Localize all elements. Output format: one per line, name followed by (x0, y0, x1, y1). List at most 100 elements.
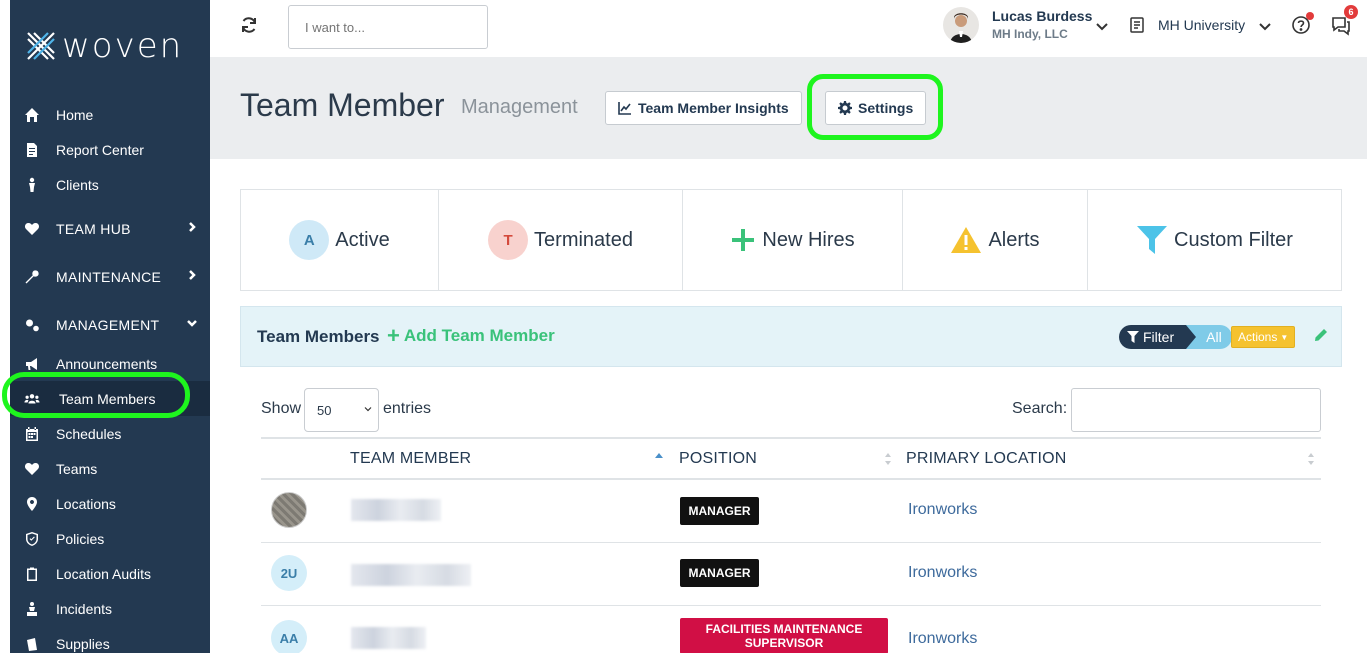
clipboard-icon (23, 565, 41, 583)
sidebar-item-teams[interactable]: Teams (10, 451, 210, 486)
add-label: Add Team Member (403, 326, 555, 345)
sidebar-item-home[interactable]: Home (10, 97, 210, 132)
column-header-primary-location[interactable]: PRIMARY LOCATION (906, 450, 1067, 468)
team-member-name-redacted[interactable] (351, 627, 426, 649)
filter-button[interactable]: Filter (1119, 325, 1197, 349)
sidebar-item-team-hub[interactable]: TEAM HUB (10, 211, 210, 246)
user-name[interactable]: Lucas Burdess (992, 8, 1092, 24)
team-member-name-redacted[interactable] (351, 499, 441, 521)
filter-label: New Hires (762, 228, 855, 251)
wrench-icon (23, 268, 41, 286)
add-team-member-button[interactable]: + Add Team Member (387, 323, 555, 348)
sort-icon[interactable] (1307, 452, 1315, 466)
woven-logo-icon (27, 32, 55, 60)
table-row[interactable]: MANAGER Ironworks (261, 480, 1321, 543)
sidebar-item-label: Policies (56, 530, 105, 547)
search-label: Search: (1012, 400, 1068, 417)
sidebar-item-maintenance[interactable]: MAINTENANCE (10, 259, 210, 294)
calendar-icon (23, 425, 41, 443)
filter-new-hires[interactable]: New Hires (683, 190, 903, 290)
sidebar-item-report-center[interactable]: Report Center (10, 132, 210, 167)
filter-label: Alerts (988, 228, 1040, 251)
avatar[interactable] (943, 7, 979, 43)
chevron-down-icon[interactable] (1095, 19, 1109, 33)
top-bar: Lucas Burdess MH Indy, LLC MH University… (210, 0, 1367, 57)
actions-label: Actions (1238, 330, 1278, 344)
map-pin-icon (23, 495, 41, 513)
sidebar-item-label: Incidents (56, 600, 113, 617)
sidebar-item-incidents[interactable]: Incidents (10, 591, 210, 626)
chevron-down-icon (364, 407, 372, 412)
sort-icon[interactable] (884, 452, 892, 466)
chevron-down-icon[interactable] (1258, 19, 1272, 33)
sidebar-item-policies[interactable]: Policies (10, 521, 210, 556)
sidebar-item-management[interactable]: MANAGEMENT (10, 307, 210, 342)
refresh-icon[interactable] (239, 15, 259, 35)
chat-badge: 6 (1344, 5, 1358, 19)
column-header-team-member[interactable]: TEAM MEMBER (350, 450, 471, 468)
avatar[interactable] (271, 492, 307, 528)
page-subtitle: Management (461, 96, 578, 118)
book-icon (1128, 16, 1146, 34)
status-filter-cards: A Active T Terminated New Hires Alerts C… (240, 189, 1342, 291)
sidebar-item-label: Clients (56, 176, 99, 193)
report-icon (23, 141, 41, 159)
heart-icon (23, 220, 41, 238)
woven-logo[interactable]: woven (24, 26, 183, 66)
location-link[interactable]: Ironworks (908, 630, 977, 648)
filter-alerts[interactable]: Alerts (903, 190, 1088, 290)
chevron-right-icon (186, 220, 200, 234)
insights-label: Team Member Insights (638, 100, 789, 116)
user-org[interactable]: MH Indy, LLC (992, 27, 1068, 41)
column-header-position[interactable]: POSITION (679, 450, 757, 468)
sidebar-item-label: MAINTENANCE (56, 268, 162, 285)
location-link[interactable]: Ironworks (908, 564, 977, 582)
filter-label: Custom Filter (1174, 228, 1293, 251)
active-initial: A (289, 220, 330, 260)
table-row[interactable]: AA FACILITIES MAINTENANCE SUPERVISOR Iro… (261, 606, 1321, 653)
table-search-input[interactable] (1071, 388, 1321, 432)
chevron-down-icon (186, 316, 200, 330)
person-icon (23, 176, 41, 194)
team-members-highlight (2, 372, 190, 418)
notification-dot (1306, 12, 1314, 20)
sidebar: woven Home Report Center Clients TEAM HU… (10, 0, 210, 653)
entries-select[interactable]: 50 (304, 388, 379, 432)
brand-name: woven (62, 26, 184, 66)
filter-label: Active (335, 228, 390, 251)
avatar[interactable]: 2U (271, 555, 307, 591)
team-members-panel-header: Team Members + Add Team Member Filter Al… (240, 306, 1342, 367)
filter-pill[interactable]: Filter All (1119, 325, 1232, 349)
sidebar-item-label: Supplies (56, 635, 110, 652)
supplies-icon (23, 635, 41, 653)
sidebar-item-schedules[interactable]: Schedules (10, 416, 210, 451)
filter-custom[interactable]: Custom Filter (1088, 190, 1341, 290)
position-badge: FACILITIES MAINTENANCE SUPERVISOR (680, 618, 888, 653)
sidebar-item-supplies[interactable]: Supplies (10, 626, 210, 653)
table-row[interactable]: 2U MANAGER Ironworks (261, 543, 1321, 606)
settings-highlight (807, 74, 943, 140)
team-member-insights-button[interactable]: Team Member Insights (605, 91, 802, 125)
location-link[interactable]: Ironworks (908, 501, 977, 519)
pencil-icon[interactable] (1314, 328, 1328, 342)
filter-terminated[interactable]: T Terminated (439, 190, 683, 290)
sidebar-item-label: TEAM HUB (56, 220, 131, 237)
filter-active[interactable]: A Active (241, 190, 439, 290)
plus-icon: + (387, 323, 400, 348)
sidebar-item-label: Home (56, 106, 94, 123)
sort-asc-icon[interactable] (655, 452, 663, 466)
page-header: Team Member Management Team Member Insig… (210, 57, 1367, 159)
avatar[interactable]: AA (271, 620, 307, 653)
team-member-name-redacted[interactable] (351, 564, 471, 586)
sidebar-item-locations[interactable]: Locations (10, 486, 210, 521)
actions-dropdown[interactable]: Actions ▼ (1231, 326, 1296, 348)
entries-label: entries (383, 400, 432, 417)
sidebar-item-clients[interactable]: Clients (10, 167, 210, 202)
shield-icon (23, 530, 41, 548)
sidebar-item-location-audits[interactable]: Location Audits (10, 556, 210, 591)
show-label: Show (261, 400, 302, 417)
i-want-to-input[interactable] (288, 5, 488, 49)
chevron-right-icon (186, 268, 200, 282)
university-link[interactable]: MH University (1158, 17, 1245, 33)
plus-icon (732, 229, 755, 251)
